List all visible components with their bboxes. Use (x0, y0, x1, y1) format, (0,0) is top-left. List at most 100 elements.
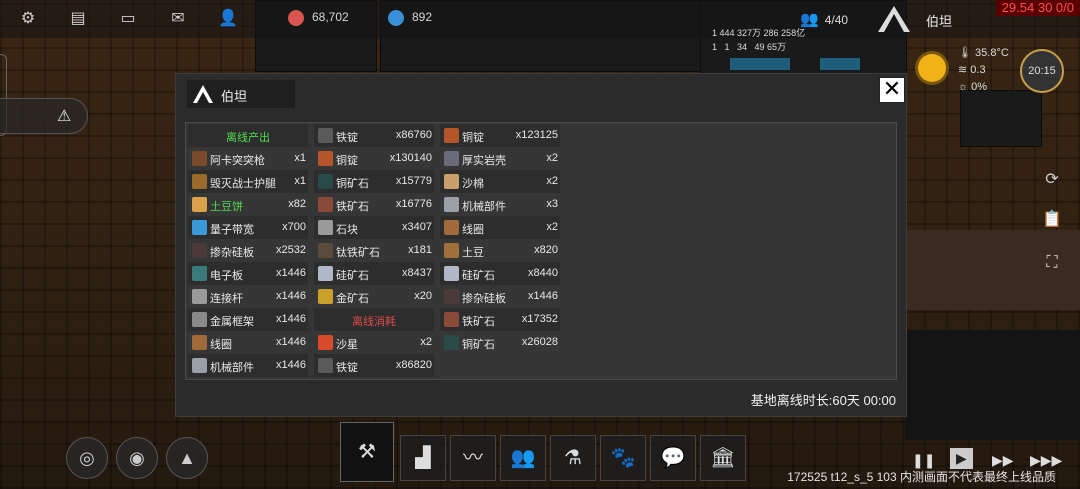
resource-name: 钛铁矿石 (336, 247, 380, 259)
resource-icon (192, 335, 207, 350)
section-header: 离线产出 (188, 124, 308, 147)
resource-icon (192, 266, 207, 281)
resource-row: 硅矿石 x8440 (440, 262, 560, 285)
resource-icon (444, 128, 459, 143)
build-tools-button[interactable]: ⚒ (340, 422, 394, 482)
people-button[interactable]: 👥 (500, 435, 546, 481)
resource-name: 铜锭 (336, 155, 358, 167)
mini-stats-text: 1 444 327万 286 258亿 1 1 34 49 65万 (712, 28, 806, 52)
resource-name: 毁灭战士护腿 (210, 178, 276, 190)
orbit-button[interactable]: ◉ (116, 437, 158, 479)
pause-icon[interactable]: ❚❚ (912, 452, 935, 469)
gear-icon[interactable]: ⚙ (18, 9, 38, 29)
resource-name: 机械部件 (210, 362, 254, 374)
top-bar: ⚙ ▤ ▭ ✉ 👤 68,702 892 👥 4/40 伯坦 29.54 30 0… (0, 0, 1080, 38)
resource-name: 铁矿石 (462, 316, 495, 328)
resource-quantity: x2532 (276, 244, 306, 256)
resource-row: 线圈 x2 (440, 216, 560, 239)
temperature: 35.8°C (975, 47, 1009, 59)
resource-name: 铜矿石 (336, 178, 369, 190)
resource-row: 机械部件 x1446 (188, 354, 308, 377)
scan-frame-icon[interactable]: ⛶ (1040, 251, 1064, 275)
resource-quantity: x16776 (395, 198, 432, 210)
resource-name: 石块 (336, 224, 358, 236)
resource-icon (318, 358, 333, 373)
animal-button[interactable]: 🐾 (600, 435, 646, 481)
close-button[interactable]: ✕ (879, 77, 905, 103)
resource-icon (444, 266, 459, 281)
dialog-title: 伯坦 (221, 89, 248, 104)
chat-button[interactable]: 💬 (650, 435, 696, 481)
blueprint-button[interactable]: ▟ (400, 435, 446, 481)
clipboard-icon[interactable]: 📋 (1040, 208, 1064, 232)
resource-icon (192, 197, 207, 212)
version-text: 172525 t12_s_5 103 内测画面不代表最终上线品质 (787, 470, 1056, 484)
resource-row: 电子板 x1446 (188, 262, 308, 285)
resource-quantity: x181 (408, 244, 432, 256)
resource-b-icon (388, 10, 404, 26)
fps-stats: 29.54 30 0/0 (995, 0, 1080, 16)
research-button[interactable]: ⚗ (550, 435, 596, 481)
clock[interactable]: 20:15 (1020, 49, 1064, 93)
resource-row: 阿卡突突枪 x1 (188, 147, 308, 170)
resource-quantity: x2 (546, 175, 558, 187)
floor-grid (905, 330, 1080, 440)
resource-icon (444, 243, 459, 258)
base-logo-icon (193, 85, 213, 103)
resource-name: 机械部件 (462, 201, 506, 213)
mail-icon[interactable]: ✉ (168, 9, 188, 29)
resource-icon (192, 151, 207, 166)
resource-quantity: x1446 (276, 359, 306, 371)
resource-row: 铜锭 x130140 (314, 147, 434, 170)
resource-icon (444, 174, 459, 189)
resource-row: 掺杂硅板 x1446 (440, 285, 560, 308)
resource-icon (318, 335, 333, 350)
resource-quantity: x3407 (402, 221, 432, 233)
resource-row: 铁矿石 x17352 (440, 308, 560, 331)
chat-icon[interactable]: ▤ (68, 9, 88, 29)
resource-icon (192, 174, 207, 189)
resource-icon (318, 266, 333, 281)
resource-column: 铁锭 x86760 铜锭 x130140 铜矿石 x15779 铁矿石 x16776 石块 x34… (314, 124, 434, 377)
audio-button[interactable]: 〰 (450, 435, 496, 481)
resource-quantity: x2 (546, 152, 558, 164)
alert-button[interactable]: ⚠ (0, 98, 88, 134)
resource-row: 机械部件 x3 (440, 193, 560, 216)
resource-name: 铜矿石 (462, 339, 495, 351)
audio-wave-icon: 〰 (463, 447, 483, 469)
galaxy-button[interactable]: ◎ (66, 437, 108, 479)
resource-icon (318, 174, 333, 189)
resource-icon (444, 197, 459, 212)
message-icon[interactable]: ▭ (118, 9, 138, 29)
resource-quantity: x82 (288, 198, 306, 210)
mountain-button[interactable]: ▲ (166, 437, 208, 479)
wind-icon: ≋ (958, 64, 971, 76)
research-flask-icon: ⚗ (564, 447, 582, 469)
resource-quantity: x2 (546, 221, 558, 233)
play-icon[interactable]: ▶ (950, 448, 973, 469)
section-header-label: 离线消耗 (352, 316, 396, 328)
rain-value: 0% (971, 81, 988, 93)
resource-row: 土豆 x820 (440, 239, 560, 262)
resource-quantity: x1446 (276, 290, 306, 302)
resource-icon (318, 128, 333, 143)
population[interactable]: 👥 4/40 (800, 10, 848, 28)
weather-info: 🌡 35.8°C ≋ 0.3 ☼ 0% (958, 45, 1009, 96)
fast-forward-icon[interactable]: ▶▶ (992, 452, 1014, 469)
build-tools-icon: ⚒ (358, 441, 376, 463)
resource-quantity: x700 (282, 221, 306, 233)
resource-row: 线圈 x1446 (188, 331, 308, 354)
dialog-tab[interactable]: 伯坦 (187, 80, 295, 108)
resource-icon (192, 358, 207, 373)
rotate-icon[interactable]: ⟳ (1040, 168, 1064, 192)
offline-report-dialog: 伯坦 ✕ 离线产出 阿卡突突枪 x1 毁灭战士护腿 x1 土豆饼 x82 量子带宽 x700 掺杂… (175, 73, 907, 417)
blueprint-icon: ▟ (415, 447, 431, 469)
resource-icon (318, 151, 333, 166)
bank-button[interactable]: 🏛 (700, 435, 746, 481)
building-block (960, 90, 1042, 147)
user-icon[interactable]: 👤 (218, 9, 238, 29)
resource-quantity: x1446 (276, 267, 306, 279)
galaxy-icon: ◎ (79, 448, 95, 468)
fastest-forward-icon[interactable]: ▶▶▶ (1030, 452, 1062, 469)
resource-icon (318, 289, 333, 304)
